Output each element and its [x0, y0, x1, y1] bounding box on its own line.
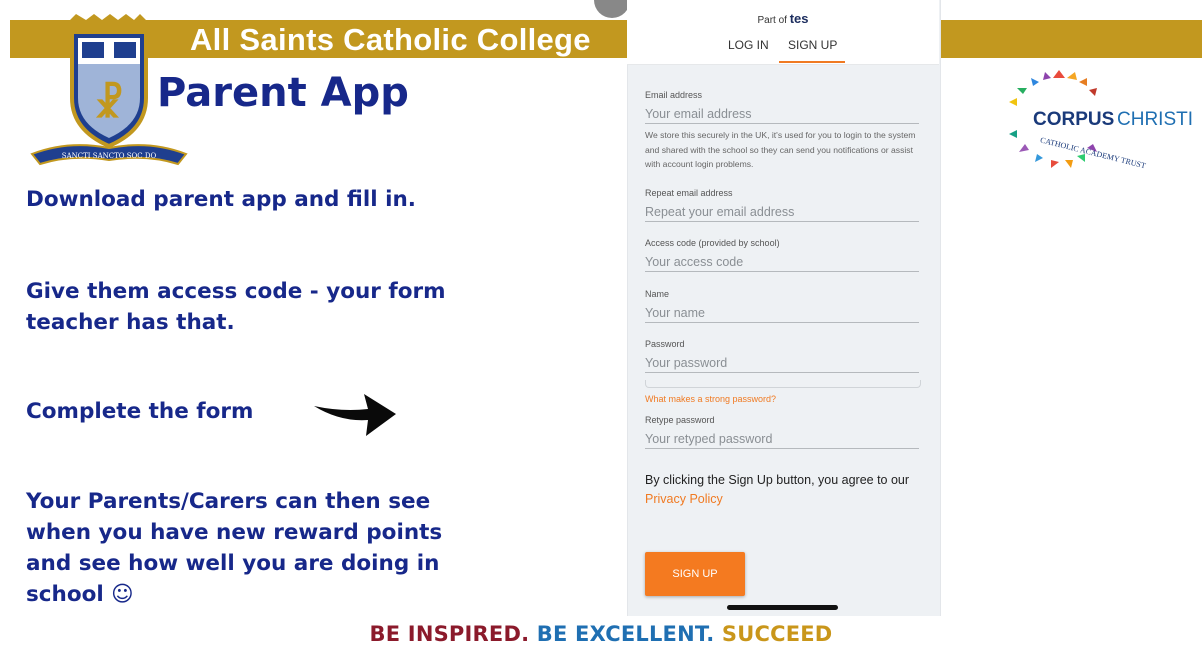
tagline-excellent: BE EXCELLENT.: [536, 622, 715, 646]
tagline-inspired: BE INSPIRED.: [369, 622, 530, 646]
svg-text:CORPUS: CORPUS: [1033, 109, 1114, 130]
access-code-field[interactable]: [645, 253, 919, 272]
name-label: Name: [645, 289, 670, 299]
name-field[interactable]: [645, 304, 919, 323]
email-help-text: We store this securely in the UK, it's u…: [645, 130, 916, 170]
privacy-policy-link[interactable]: Privacy Policy: [645, 492, 723, 506]
repeat-email-field[interactable]: [645, 203, 919, 222]
instruction-parents: Your Parents/Carers can then see when yo…: [26, 489, 443, 607]
tagline-succeed: SUCCEED: [721, 622, 833, 646]
password-strength-meter: [645, 380, 921, 388]
part-of-tes-label: Part of tes: [627, 11, 939, 26]
camera-notch: [594, 0, 630, 18]
strong-password-link[interactable]: What makes a strong password?: [645, 394, 776, 404]
college-name: All Saints Catholic College: [190, 22, 591, 57]
svg-text:☧: ☧: [94, 81, 124, 126]
password-field[interactable]: [645, 354, 919, 373]
svg-text:SANCTI SANCTO SOC DO: SANCTI SANCTO SOC DO: [62, 152, 157, 160]
agree-text: By clicking the Sign Up button, you agre…: [645, 473, 910, 487]
page-title: Parent App: [157, 70, 409, 116]
instruction-access-code: Give them access code - your form teache…: [26, 279, 446, 335]
tab-login[interactable]: LOG IN: [728, 38, 769, 52]
retype-password-label: Retype password: [645, 415, 715, 425]
school-tagline: BE INSPIRED. BE EXCELLENT. SUCCEED: [0, 622, 1202, 646]
access-code-label: Access code (provided by school): [645, 238, 780, 248]
repeat-email-label: Repeat email address: [645, 188, 733, 198]
retype-password-field[interactable]: [645, 430, 919, 449]
home-indicator: [727, 605, 838, 610]
right-arrow-icon: [314, 394, 396, 436]
corpus-christi-logo: CORPUS CHRISTI CATHOLIC ACADEMY TRUST: [1009, 70, 1193, 170]
instruction-download: Download parent app and fill in.: [26, 187, 416, 212]
svg-text:CHRISTI: CHRISTI: [1117, 109, 1193, 130]
email-label: Email address: [645, 90, 703, 100]
password-label: Password: [645, 339, 685, 349]
app-header: [627, 0, 939, 65]
part-of-text: Part of: [757, 15, 787, 26]
svg-text:CATHOLIC ACADEMY TRUST: CATHOLIC ACADEMY TRUST: [1039, 135, 1147, 170]
signup-button[interactable]: SIGN UP: [645, 552, 745, 596]
instruction-complete-form: Complete the form: [26, 399, 254, 424]
tes-brand-logo: tes: [789, 11, 809, 26]
tab-signup[interactable]: SIGN UP: [788, 38, 837, 52]
email-field[interactable]: [645, 105, 919, 124]
active-tab-indicator: [779, 61, 845, 63]
terms-agreement-text: By clicking the Sign Up button, you agre…: [645, 471, 915, 509]
